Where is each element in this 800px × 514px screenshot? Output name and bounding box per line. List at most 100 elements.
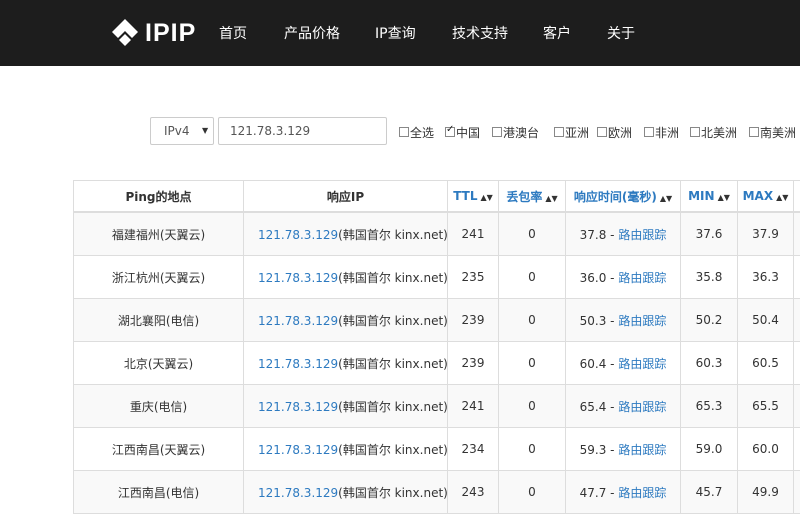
col-loss[interactable]: 丢包率▲▼ bbox=[499, 181, 566, 213]
ip-link[interactable]: 121.78.3.129 bbox=[258, 400, 338, 414]
nav-customers[interactable]: 客户 bbox=[543, 23, 571, 43]
col-max-label: MAX bbox=[743, 189, 773, 203]
cell-ttl: 241 bbox=[448, 385, 499, 428]
checkbox-checked-icon[interactable] bbox=[445, 127, 455, 137]
ip-info: (韩国首尔 kinx.net) bbox=[338, 443, 447, 457]
cell-ttl: 235 bbox=[448, 256, 499, 299]
cell-ttl: 239 bbox=[448, 299, 499, 342]
ip-link[interactable]: 121.78.3.129 bbox=[258, 271, 338, 285]
response-time-value: 65.4 bbox=[580, 400, 607, 414]
ip-link[interactable]: 121.78.3.129 bbox=[258, 228, 338, 242]
region-checkbox[interactable]: 中国 bbox=[445, 125, 480, 139]
cell-response-time: 36.0 - 路由跟踪 bbox=[566, 256, 681, 299]
cell-loss: 0 bbox=[499, 428, 566, 471]
col-loss-label: 丢包率 bbox=[506, 190, 542, 204]
nav-ip-lookup[interactable]: IP查询 bbox=[375, 23, 416, 43]
region-checkbox[interactable]: 北美洲 bbox=[690, 125, 737, 139]
cell-location: 重庆(电信) bbox=[74, 385, 244, 428]
cell-loss: 0 bbox=[499, 299, 566, 342]
region-checkbox[interactable]: 全选 bbox=[399, 125, 434, 139]
ip-input[interactable]: 121.78.3.129 bbox=[218, 117, 387, 145]
checkbox-icon[interactable] bbox=[554, 127, 564, 137]
cell-ttl: 234 bbox=[448, 428, 499, 471]
trace-route-link[interactable]: 路由跟踪 bbox=[618, 314, 666, 328]
checkbox-icon[interactable] bbox=[644, 127, 654, 137]
cell-response-ip: 121.78.3.129(韩国首尔 kinx.net) bbox=[244, 428, 448, 471]
ip-info: (韩国首尔 kinx.net) bbox=[338, 228, 447, 242]
cell-response-ip: 121.78.3.129(韩国首尔 kinx.net) bbox=[244, 471, 448, 514]
nav-home[interactable]: 首页 bbox=[219, 23, 247, 43]
region-label: 欧洲 bbox=[608, 124, 632, 141]
ip-info: (韩国首尔 kinx.net) bbox=[338, 486, 447, 500]
region-checkbox[interactable]: 欧洲 bbox=[597, 125, 632, 139]
table-row: 北京(天翼云)121.78.3.129(韩国首尔 kinx.net)239060… bbox=[74, 342, 800, 385]
region-label: 中国 bbox=[456, 124, 480, 141]
cell-response-ip: 121.78.3.129(韩国首尔 kinx.net) bbox=[244, 342, 448, 385]
region-label: 非洲 bbox=[655, 124, 679, 141]
col-min-label: MIN bbox=[688, 189, 714, 203]
response-time-value: 36.0 bbox=[580, 271, 607, 285]
ip-info: (韩国首尔 kinx.net) bbox=[338, 400, 447, 414]
col-max[interactable]: MAX▲▼ bbox=[738, 181, 794, 213]
ip-link[interactable]: 121.78.3.129 bbox=[258, 443, 338, 457]
cell-max: 60.0 bbox=[738, 428, 794, 471]
col-response-time[interactable]: 响应时间(毫秒)▲▼ bbox=[566, 181, 681, 213]
brand-name: IPIP bbox=[145, 19, 196, 48]
trace-route-link[interactable]: 路由跟踪 bbox=[618, 228, 666, 242]
cell-response-ip: 121.78.3.129(韩国首尔 kinx.net) bbox=[244, 385, 448, 428]
cell-location: 浙江杭州(天翼云) bbox=[74, 256, 244, 299]
cell-location: 福建福州(天翼云) bbox=[74, 212, 244, 256]
cell-loss: 0 bbox=[499, 471, 566, 514]
cell-extra bbox=[794, 428, 800, 471]
ip-link[interactable]: 121.78.3.129 bbox=[258, 314, 338, 328]
trace-route-link[interactable]: 路由跟踪 bbox=[618, 486, 666, 500]
region-label: 北美洲 bbox=[701, 124, 737, 141]
cell-ttl: 243 bbox=[448, 471, 499, 514]
col-location: Ping的地点 bbox=[74, 181, 244, 213]
cell-ttl: 241 bbox=[448, 212, 499, 256]
trace-route-link[interactable]: 路由跟踪 bbox=[618, 357, 666, 371]
cell-ttl: 239 bbox=[448, 342, 499, 385]
cell-min: 65.3 bbox=[681, 385, 738, 428]
cell-loss: 0 bbox=[499, 385, 566, 428]
ip-version-select[interactable]: IPv4 ▼ bbox=[150, 117, 214, 145]
cell-max: 50.4 bbox=[738, 299, 794, 342]
cell-max: 36.3 bbox=[738, 256, 794, 299]
nav-about[interactable]: 关于 bbox=[607, 23, 635, 43]
region-checkbox[interactable]: 港澳台 bbox=[492, 125, 539, 139]
region-checkbox[interactable]: 亚洲 bbox=[554, 125, 589, 139]
top-navbar: IPIP 首页 产品价格 IP查询 技术支持 客户 关于 bbox=[0, 0, 800, 66]
nav-pricing[interactable]: 产品价格 bbox=[284, 23, 340, 43]
cell-loss: 0 bbox=[499, 256, 566, 299]
trace-route-link[interactable]: 路由跟踪 bbox=[618, 443, 666, 457]
trace-route-link[interactable]: 路由跟踪 bbox=[618, 271, 666, 285]
cell-min: 37.6 bbox=[681, 212, 738, 256]
cell-max: 60.5 bbox=[738, 342, 794, 385]
cell-min: 45.7 bbox=[681, 471, 738, 514]
region-checkbox[interactable]: 非洲 bbox=[644, 125, 679, 139]
col-min[interactable]: MIN▲▼ bbox=[681, 181, 738, 213]
checkbox-icon[interactable] bbox=[597, 127, 607, 137]
cell-response-time: 65.4 - 路由跟踪 bbox=[566, 385, 681, 428]
response-time-value: 59.3 bbox=[580, 443, 607, 457]
checkbox-icon[interactable] bbox=[399, 127, 409, 137]
checkbox-icon[interactable] bbox=[690, 127, 700, 137]
cell-response-ip: 121.78.3.129(韩国首尔 kinx.net) bbox=[244, 212, 448, 256]
trace-route-link[interactable]: 路由跟踪 bbox=[618, 400, 666, 414]
sort-icon: ▲▼ bbox=[776, 193, 788, 202]
col-ttl[interactable]: TTL▲▼ bbox=[448, 181, 499, 213]
cell-extra bbox=[794, 471, 800, 514]
nav-support[interactable]: 技术支持 bbox=[452, 23, 508, 43]
ip-link[interactable]: 121.78.3.129 bbox=[258, 357, 338, 371]
cell-response-time: 59.3 - 路由跟踪 bbox=[566, 428, 681, 471]
checkbox-icon[interactable] bbox=[749, 127, 759, 137]
region-label: 南美洲 bbox=[760, 124, 796, 141]
cell-location: 北京(天翼云) bbox=[74, 342, 244, 385]
ip-link[interactable]: 121.78.3.129 bbox=[258, 486, 338, 500]
region-checkbox[interactable]: 南美洲 bbox=[749, 125, 796, 139]
checkbox-icon[interactable] bbox=[492, 127, 502, 137]
cell-response-ip: 121.78.3.129(韩国首尔 kinx.net) bbox=[244, 299, 448, 342]
col-response-time-label: 响应时间(毫秒) bbox=[574, 190, 657, 204]
ip-info: (韩国首尔 kinx.net) bbox=[338, 357, 447, 371]
brand-logo[interactable]: IPIP bbox=[110, 17, 196, 49]
